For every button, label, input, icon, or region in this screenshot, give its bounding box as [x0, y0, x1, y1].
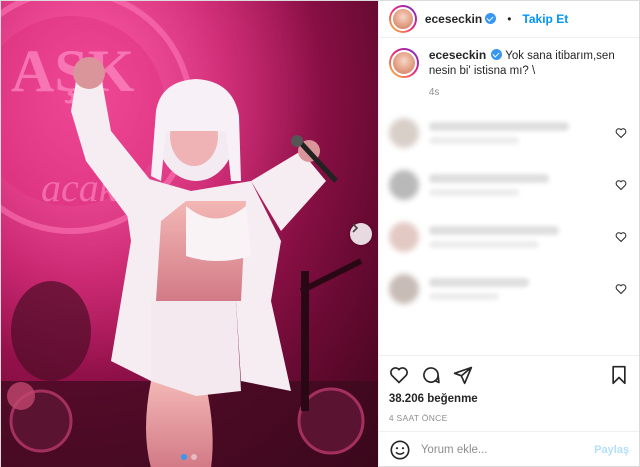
comments-list[interactable]: eceseckin Yok sana itibarım,sen nesin bi…	[379, 38, 639, 355]
verified-badge-icon	[491, 49, 503, 60]
list-item	[388, 272, 629, 306]
comment-avatar[interactable]	[388, 222, 419, 252]
post-timestamp[interactable]: 4 SAAT ÖNCE	[379, 409, 639, 431]
comment-avatar[interactable]	[388, 274, 419, 304]
blurred-comment	[428, 278, 605, 300]
avatar[interactable]	[388, 5, 417, 33]
next-photo-button[interactable]	[350, 223, 372, 245]
post-photo[interactable]: AŞK acak	[1, 1, 378, 467]
comment-avatar[interactable]	[388, 118, 419, 148]
emoji-button[interactable]	[389, 439, 411, 461]
carousel-dot	[191, 454, 198, 460]
likes-label: beğenme	[427, 393, 478, 405]
action-bar	[378, 355, 639, 393]
add-comment-bar: Paylaş	[378, 431, 639, 467]
caption-avatar[interactable]	[388, 48, 419, 78]
caption-username[interactable]: eceseckin	[429, 48, 486, 62]
instagram-post: AŞK acak eceseckin • Takip Et eceseckin …	[0, 0, 640, 467]
comment-button[interactable]	[421, 365, 441, 385]
likes-count[interactable]: 38.206 beğenme	[379, 393, 639, 409]
bookmark-icon	[612, 365, 626, 384]
blurred-comment	[428, 174, 605, 196]
share-icon	[453, 366, 472, 384]
banner-text: AŞK	[11, 38, 135, 104]
like-button[interactable]	[389, 365, 409, 385]
carousel-indicator	[1, 454, 378, 460]
blurred-comment	[428, 226, 605, 248]
concert-photo-illustration: AŞK acak	[1, 1, 378, 467]
chevron-right-icon	[352, 223, 359, 233]
header-username-group: eceseckin	[425, 10, 497, 28]
carousel-dot-active	[181, 454, 188, 460]
verified-badge-icon	[485, 13, 497, 24]
list-item	[388, 220, 629, 254]
share-button[interactable]	[453, 365, 473, 385]
comment-input[interactable]	[420, 444, 585, 456]
likes-number: 38.206	[388, 393, 424, 405]
username-link[interactable]: eceseckin	[425, 12, 482, 26]
save-button[interactable]	[609, 365, 629, 385]
heart-icon[interactable]	[615, 283, 627, 295]
post-comment-button[interactable]: Paylaş	[594, 444, 629, 456]
caption-body: eceseckin Yok sana itibarım,sen nesin bi…	[429, 48, 629, 79]
list-item	[388, 168, 629, 202]
follow-button[interactable]: Takip Et	[522, 12, 568, 26]
caption: eceseckin Yok sana itibarım,sen nesin bi…	[388, 48, 629, 79]
heart-icon[interactable]	[615, 127, 627, 139]
heart-icon	[389, 366, 408, 384]
comment-avatar[interactable]	[388, 170, 419, 200]
list-item	[388, 116, 629, 150]
post-side-panel: eceseckin • Takip Et eceseckin Yok sana …	[377, 1, 639, 467]
heart-icon[interactable]	[615, 179, 627, 191]
emoji-icon	[390, 440, 410, 460]
blurred-comment	[428, 122, 605, 144]
comment-icon	[422, 366, 440, 383]
caption-time: 4s	[428, 87, 440, 98]
post-header: eceseckin • Takip Et	[378, 1, 639, 38]
heart-icon[interactable]	[615, 231, 627, 243]
separator-dot: •	[507, 12, 512, 26]
